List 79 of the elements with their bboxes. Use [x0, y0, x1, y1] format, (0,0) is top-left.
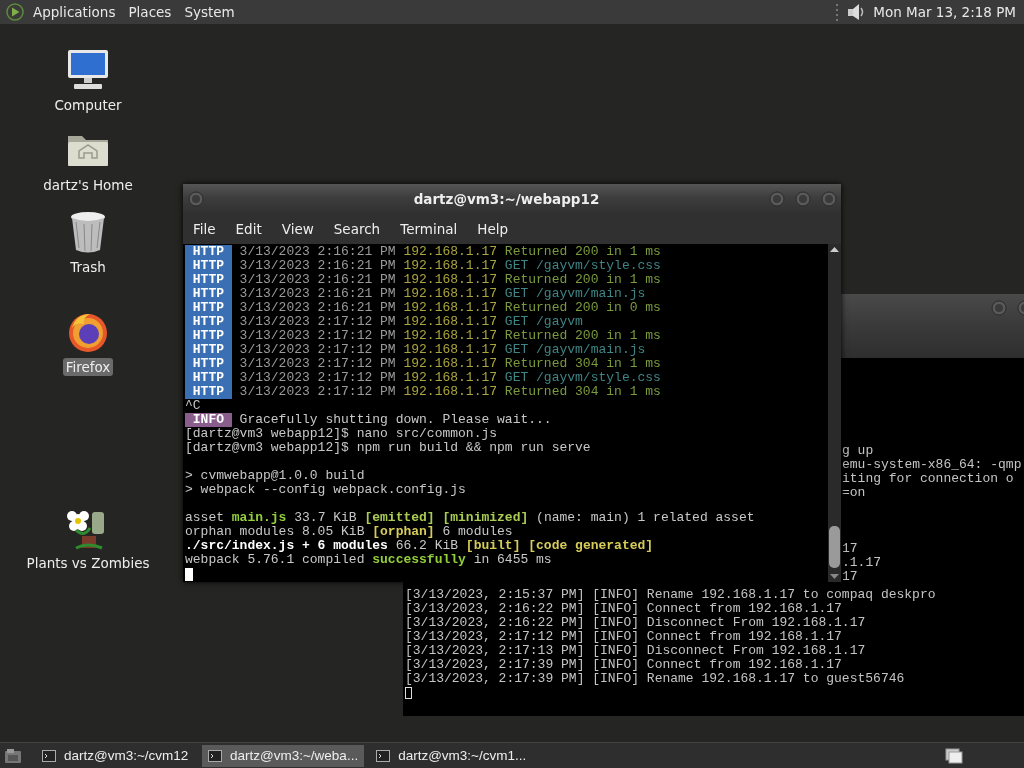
terminal-line: 17 — [842, 542, 858, 556]
terminal-line: webpack 5.76.1 compiled successfully in 6455 ms — [185, 553, 552, 567]
icon-label[interactable]: Computer — [51, 96, 125, 114]
log-badge: HTTP — [185, 315, 232, 329]
panel-menu[interactable]: System — [184, 4, 235, 20]
terminal-line: Gracefully shutting down. Please wait... — [239, 413, 552, 427]
log-badge: HTTP — [185, 287, 232, 301]
log-badge: HTTP — [185, 273, 232, 287]
terminal-line: 3/13/2023 2:17:12 PM 192.168.1.17 GET /gayvm — [239, 315, 583, 329]
menu-item[interactable]: Help — [477, 221, 509, 237]
terminal-line: [3/13/2023, 2:17:12 PM] [INFO] Connect from 192.168.1.17 — [405, 630, 842, 644]
terminal-line: [3/13/2023, 2:16:22 PM] [INFO] Disconnect From 192.168.1.17 — [405, 616, 866, 630]
taskbar-button[interactable]: dartz@vm3:~/weba... — [202, 744, 365, 767]
log-badge: HTTP — [185, 245, 232, 259]
terminal-icon — [208, 749, 222, 762]
up-arrow-icon[interactable] — [828, 244, 841, 254]
terminal-line: 3/13/2023 2:16:21 PM 192.168.1.17 Returned 200 in 0 ms — [239, 301, 661, 315]
terminal-line: 3/13/2023 2:17:12 PM 192.168.1.17 Returned 304 in 1 ms — [239, 357, 661, 371]
terminal-cursor — [185, 567, 193, 581]
terminal-line: 3/13/2023 2:16:21 PM 192.168.1.17 Returned 200 in 1 ms — [239, 273, 661, 287]
terminal-line: =on — [842, 486, 866, 500]
scrollbar[interactable] — [828, 244, 841, 582]
menu-item[interactable]: View — [281, 221, 314, 237]
terminal-line: > webpack --config webpack.config.js — [185, 483, 466, 497]
terminal-line: 3/13/2023 2:17:12 PM 192.168.1.17 Returned 200 in 1 ms — [239, 329, 661, 343]
terminal-line: 3/13/2023 2:16:21 PM 192.168.1.17 GET /gayvm/main.js — [239, 287, 646, 301]
log-badge: HTTP — [185, 259, 232, 273]
terminal-line: iting for connection o — [842, 472, 1014, 486]
log-badge: HTTP — [185, 357, 232, 371]
terminal-line: asset main.js 33.7 KiB [emitted] [minimized] (name: main) 1 related asset — [185, 511, 755, 525]
terminal-line: [dartz@vm3 webapp12]$ npm run build && npm run serve — [185, 441, 591, 455]
taskbar-button[interactable]: dartz@vm3:~/cvm1... — [370, 744, 533, 767]
log-badge: HTTP — [185, 371, 232, 385]
scrollbar-thumb[interactable] — [829, 526, 840, 568]
terminal-line: [3/13/2023, 2:17:13 PM] [INFO] Disconnect From 192.168.1.17 — [405, 644, 866, 658]
show-desktop-icon[interactable] — [4, 747, 22, 764]
terminal-line: > cvmwebapp@1.0.0 build — [185, 469, 365, 483]
terminal-line: 17 — [842, 570, 858, 584]
panel-handle-icon — [835, 3, 840, 21]
panel-menu[interactable]: Places — [128, 4, 172, 20]
terminal-line: [3/13/2023, 2:17:39 PM] [INFO] Connect from 192.168.1.17 — [405, 658, 842, 672]
down-arrow-icon[interactable] — [828, 572, 841, 582]
terminal-line: orphan modules 8.05 KiB [orphan] 6 modules — [185, 525, 513, 539]
clock-text[interactable]: Mon Mar 13, 2:18 PM — [873, 4, 1016, 20]
logo-icon[interactable] — [6, 3, 24, 21]
terminal-icon — [42, 749, 56, 762]
log-badge: HTTP — [185, 301, 232, 315]
terminal-line: 3/13/2023 2:17:12 PM 192.168.1.17 Returned 304 in 1 ms — [239, 385, 661, 399]
menu-item[interactable]: Edit — [235, 221, 262, 237]
workspace-icon[interactable] — [944, 746, 964, 765]
log-badge: HTTP — [185, 343, 232, 357]
log-badge: HTTP — [185, 329, 232, 343]
terminal-line: [dartz@vm3 webapp12]$ nano src/common.js — [185, 427, 498, 441]
terminal-line: ^C — [185, 399, 201, 413]
terminal-line: ./src/index.js + 6 modules 66.2 KiB [built] [code generated] — [185, 539, 654, 553]
taskbar-button[interactable]: dartz@vm3:~/cvm12 — [36, 744, 196, 767]
terminal-line: emu-system-x86_64: -qmp — [842, 458, 1022, 472]
terminal-line: [3/13/2023, 2:15:37 PM] [INFO] Rename 192.168.1.17 to compaq deskpro — [405, 588, 936, 602]
terminal-line: g up — [842, 444, 874, 458]
terminal-line: [3/13/2023, 2:17:39 PM] [INFO] Rename 192.168.1.17 to guest56746 — [405, 672, 905, 686]
terminal-icon — [376, 749, 391, 762]
panel-menu[interactable]: Applications — [33, 4, 116, 20]
log-badge: HTTP — [185, 385, 232, 399]
terminal-line: [3/13/2023, 2:16:22 PM] [INFO] Connect from 192.168.1.17 — [405, 602, 842, 616]
terminal-cursor — [405, 687, 412, 699]
icon-label[interactable]: Firefox — [62, 358, 114, 376]
menu-item[interactable]: File — [193, 221, 216, 237]
menu-item[interactable]: Terminal — [400, 221, 458, 237]
terminal-line: 3/13/2023 2:17:12 PM 192.168.1.17 GET /gayvm/main.js — [239, 343, 646, 357]
icon-label[interactable]: Plants vs Zombies — [23, 554, 153, 572]
terminal-line: .1.17 — [842, 556, 881, 570]
log-badge: INFO — [185, 413, 232, 427]
icon-label[interactable]: Trash — [67, 258, 109, 276]
terminal-line: 3/13/2023 2:17:12 PM 192.168.1.17 GET /gayvm/style.css — [239, 371, 661, 385]
menu-item[interactable]: Search — [333, 221, 381, 237]
terminal-line: 3/13/2023 2:16:21 PM 192.168.1.17 Returned 200 in 1 ms — [239, 245, 661, 259]
terminal-line: 3/13/2023 2:16:21 PM 192.168.1.17 GET /gayvm/style.css — [239, 259, 661, 273]
window-title: dartz@vm3:~/webapp12 — [412, 191, 601, 207]
icon-label[interactable]: dartz's Home — [40, 176, 136, 194]
